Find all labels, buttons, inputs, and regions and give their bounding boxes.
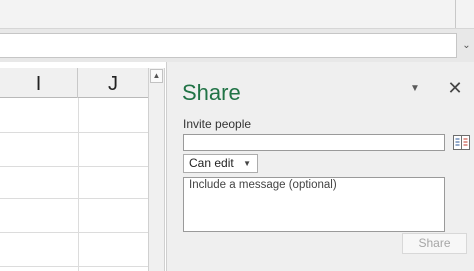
address-book-icon[interactable] bbox=[452, 134, 471, 151]
pane-title: Share bbox=[182, 80, 241, 105]
column-headers: I J bbox=[0, 68, 148, 98]
scroll-track[interactable] bbox=[151, 86, 162, 271]
permission-value: Can edit bbox=[189, 156, 234, 170]
grid-row-line bbox=[0, 232, 148, 233]
message-placeholder: Include a message (optional) bbox=[189, 179, 337, 191]
vertical-scrollbar[interactable]: ▲ bbox=[148, 68, 165, 271]
formula-bar: ⌄ bbox=[0, 29, 474, 62]
permission-dropdown[interactable]: Can edit ▼ bbox=[183, 154, 258, 173]
share-pane: Share ▼ ✕ Invite people Can edit ▼ Inclu… bbox=[166, 62, 474, 271]
chevron-down-icon[interactable]: ▼ bbox=[409, 82, 421, 96]
grid-row-line bbox=[0, 266, 148, 267]
column-header-j[interactable]: J bbox=[78, 68, 148, 98]
scroll-up-arrow-icon[interactable]: ▲ bbox=[150, 69, 163, 83]
share-button[interactable]: Share bbox=[402, 233, 467, 254]
column-header-i[interactable]: I bbox=[0, 68, 78, 98]
grid-row-line bbox=[0, 166, 148, 167]
invite-people-label: Invite people bbox=[183, 117, 252, 131]
grid-row-line bbox=[0, 132, 148, 133]
close-icon[interactable]: ✕ bbox=[447, 79, 463, 97]
ribbon-strip bbox=[0, 0, 474, 29]
formula-expand-icon[interactable]: ⌄ bbox=[459, 33, 474, 58]
message-textarea[interactable]: Include a message (optional) bbox=[183, 177, 445, 232]
spreadsheet-grid[interactable]: I J bbox=[0, 68, 148, 271]
invite-people-input[interactable] bbox=[183, 134, 445, 151]
grid-column-line bbox=[78, 98, 79, 271]
dropdown-arrow-icon: ▼ bbox=[243, 159, 251, 168]
grid-row-line bbox=[0, 198, 148, 199]
formula-input[interactable] bbox=[0, 33, 457, 58]
toolbar-divider bbox=[455, 0, 456, 28]
